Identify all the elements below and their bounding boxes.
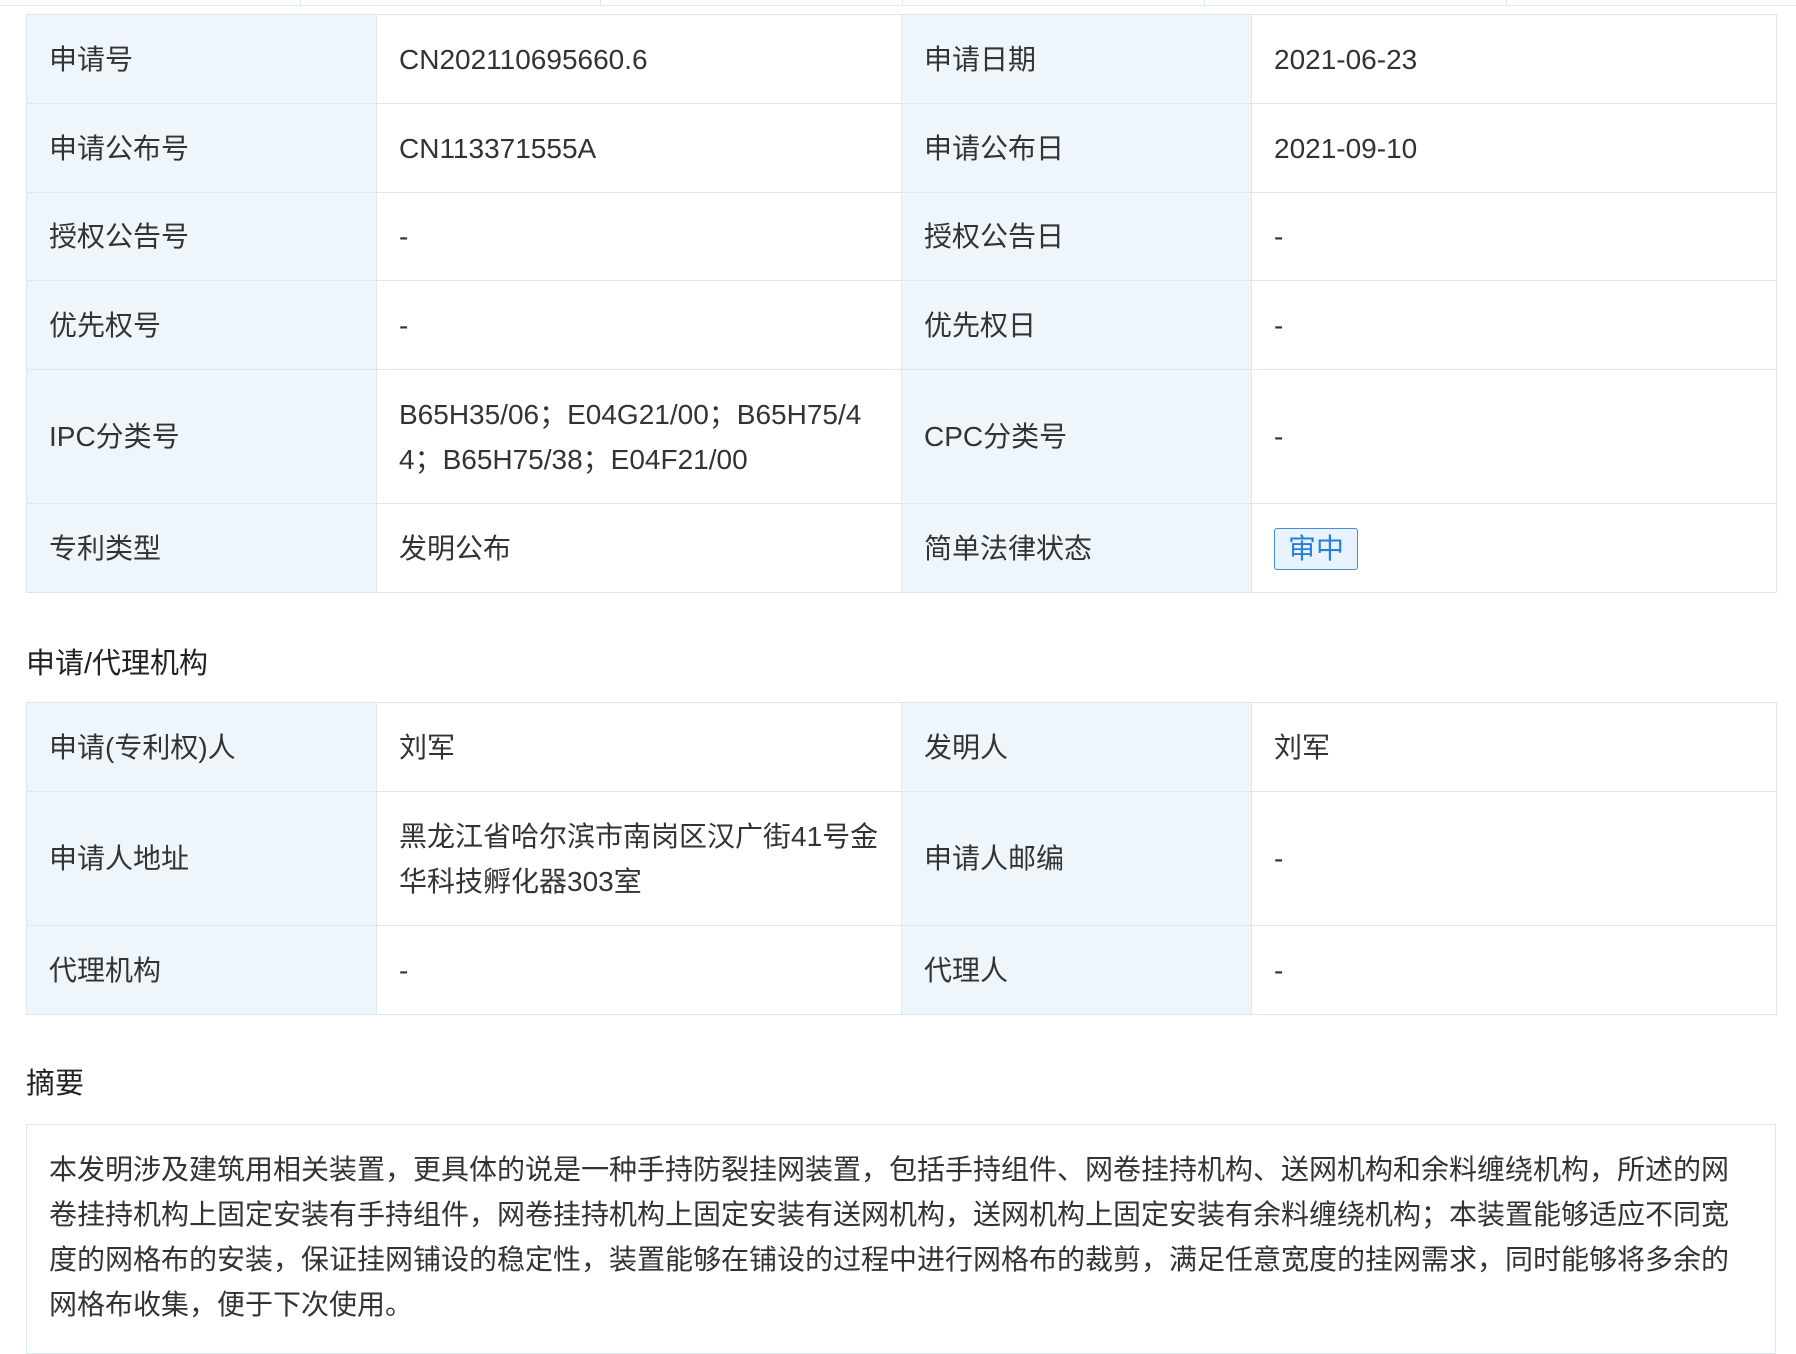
- grant-number-value: -: [376, 192, 902, 281]
- tab-divider: [1506, 0, 1507, 6]
- ipc-class-label: IPC分类号: [26, 369, 377, 504]
- priority-date-label: 优先权日: [901, 280, 1252, 370]
- grant-number-label: 授权公告号: [26, 192, 377, 281]
- application-number-value: CN202110695660.6: [376, 14, 902, 104]
- table-row: 优先权号 - 优先权日 -: [26, 280, 1777, 370]
- priority-number-label: 优先权号: [26, 280, 377, 370]
- applicant-postcode-value: -: [1251, 791, 1777, 926]
- patent-type-label: 专利类型: [26, 503, 377, 593]
- cpc-class-value: -: [1251, 369, 1777, 504]
- applicant-label: 申请(专利权)人: [26, 702, 377, 792]
- grant-date-label: 授权公告日: [901, 192, 1252, 281]
- agency-value: -: [376, 925, 902, 1015]
- publication-number-value: CN113371555A: [376, 103, 902, 193]
- inventor-label: 发明人: [901, 702, 1252, 792]
- applicant-address-label: 申请人地址: [26, 791, 377, 926]
- table-row: 申请公布号 CN113371555A 申请公布日 2021-09-10: [26, 103, 1777, 193]
- table-row: 申请(专利权)人 刘军 发明人 刘军: [26, 702, 1777, 792]
- priority-date-value: -: [1251, 280, 1777, 370]
- application-date-label: 申请日期: [901, 14, 1252, 104]
- agency-table: 申请(专利权)人 刘军 发明人 刘军 申请人地址 黑龙江省哈尔滨市南岗区汉广街4…: [26, 702, 1777, 1015]
- table-row: 专利类型 发明公布 简单法律状态 审中: [26, 503, 1777, 593]
- patent-type-value: 发明公布: [376, 503, 902, 593]
- ipc-class-value: B65H35/06；E04G21/00；B65H75/44；B65H75/38；…: [376, 369, 902, 504]
- agency-section-title: 申请/代理机构: [26, 648, 209, 680]
- tab-divider: [902, 0, 903, 6]
- legal-status-cell: 审中: [1251, 503, 1777, 593]
- applicant-value: 刘军: [376, 702, 902, 792]
- legal-status-label: 简单法律状态: [901, 503, 1252, 593]
- table-row: 授权公告号 - 授权公告日 -: [26, 192, 1777, 281]
- abstract-text: 本发明涉及建筑用相关装置，更具体的说是一种手持防裂挂网装置，包括手持组件、网卷挂…: [26, 1124, 1776, 1354]
- publication-date-label: 申请公布日: [901, 103, 1252, 193]
- tab-divider: [1204, 0, 1205, 6]
- table-row: IPC分类号 B65H35/06；E04G21/00；B65H75/44；B65…: [26, 369, 1777, 504]
- tab-divider: [600, 0, 601, 6]
- priority-number-value: -: [376, 280, 902, 370]
- tab-divider: [300, 0, 301, 6]
- table-row: 申请人地址 黑龙江省哈尔滨市南岗区汉广街41号金华科技孵化器303室 申请人邮编…: [26, 791, 1777, 926]
- application-date-value: 2021-06-23: [1251, 14, 1777, 104]
- application-number-label: 申请号: [26, 14, 377, 104]
- inventor-value: 刘军: [1251, 702, 1777, 792]
- cpc-class-label: CPC分类号: [901, 369, 1252, 504]
- basic-info-table: 申请号 CN202110695660.6 申请日期 2021-06-23 申请公…: [26, 14, 1777, 593]
- applicant-postcode-label: 申请人邮编: [901, 791, 1252, 926]
- grant-date-value: -: [1251, 192, 1777, 281]
- publication-number-label: 申请公布号: [26, 103, 377, 193]
- table-row: 申请号 CN202110695660.6 申请日期 2021-06-23: [26, 14, 1777, 104]
- agent-value: -: [1251, 925, 1777, 1015]
- publication-date-value: 2021-09-10: [1251, 103, 1777, 193]
- applicant-address-value: 黑龙江省哈尔滨市南岗区汉广街41号金华科技孵化器303室: [376, 791, 902, 926]
- agency-label: 代理机构: [26, 925, 377, 1015]
- top-tab-strip: [0, 0, 1796, 6]
- table-row: 代理机构 - 代理人 -: [26, 925, 1777, 1015]
- status-badge: 审中: [1274, 527, 1359, 570]
- abstract-section-title: 摘要: [26, 1068, 85, 1100]
- agent-label: 代理人: [901, 925, 1252, 1015]
